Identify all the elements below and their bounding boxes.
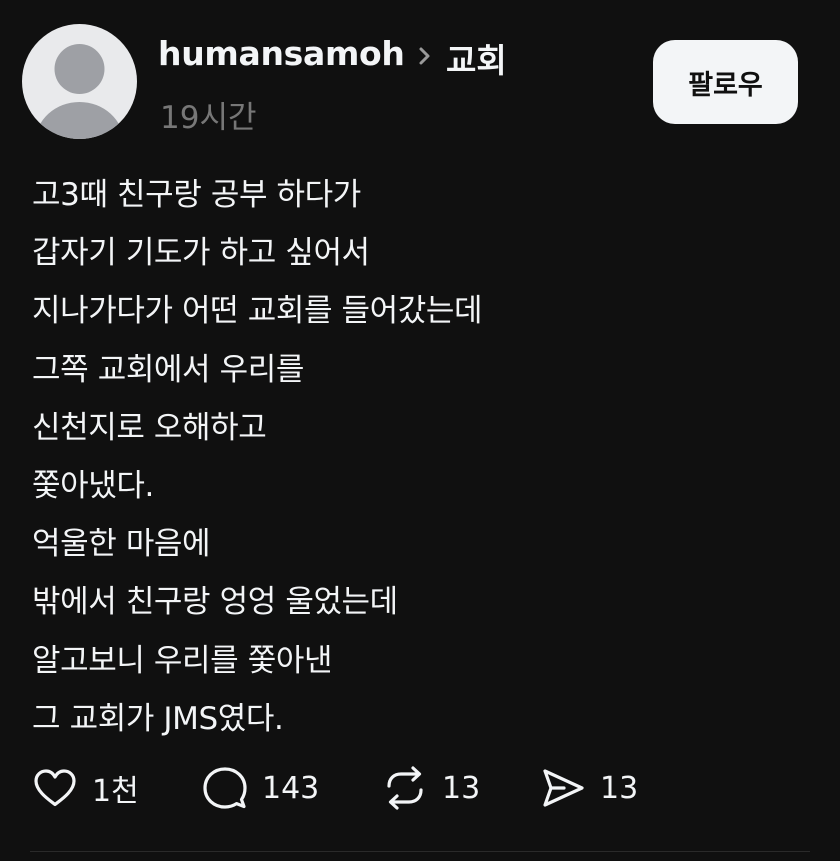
comment-count: 143 <box>262 770 320 806</box>
post-line: 쫓아냈다. <box>32 468 154 505</box>
like-count: 1천 <box>92 774 139 809</box>
username-link[interactable]: humansamoh <box>158 34 405 73</box>
default-avatar-icon <box>35 44 124 139</box>
divider <box>30 851 810 852</box>
follow-button[interactable]: 팔로우 <box>653 40 798 124</box>
share-count: 13 <box>600 770 639 806</box>
heart-icon <box>34 769 76 807</box>
post-timestamp: 19시간 <box>160 100 257 136</box>
comment-button[interactable]: 143 <box>202 762 319 814</box>
post-line: 지나가다가 어떤 교회를 들어갔는데 <box>32 293 483 330</box>
post-line: 밖에서 친구랑 엉엉 울었는데 <box>32 584 398 621</box>
topic-tag-link[interactable]: 교회 <box>446 34 507 82</box>
post-body: 고3때 친구랑 공부 하다가 갑자기 기도가 하고 싶어서 지나가다가 어떤 교… <box>32 166 822 748</box>
repost-count: 13 <box>442 770 481 806</box>
post-line: 억울한 마음에 <box>32 526 211 563</box>
post-line: 갑자기 기도가 하고 싶어서 <box>32 235 370 272</box>
share-button[interactable]: 13 <box>540 762 638 814</box>
post-line: 고3때 친구랑 공부 하다가 <box>32 177 361 213</box>
chevron-right-icon <box>419 47 430 65</box>
comment-bubble-icon <box>203 767 247 809</box>
avatar[interactable] <box>22 24 137 139</box>
repost-icon <box>387 766 423 810</box>
post-line: 신천지로 오해하고 <box>32 409 267 446</box>
repost-button[interactable]: 13 <box>382 762 480 814</box>
send-icon <box>543 769 584 807</box>
post-line: 그쪽 교회에서 우리를 <box>32 351 304 388</box>
like-button[interactable]: 1천 <box>32 762 139 814</box>
post-line: 그 교회가 JMS였다. <box>32 700 284 737</box>
post-line: 알고보니 우리를 쫓아낸 <box>32 642 333 679</box>
